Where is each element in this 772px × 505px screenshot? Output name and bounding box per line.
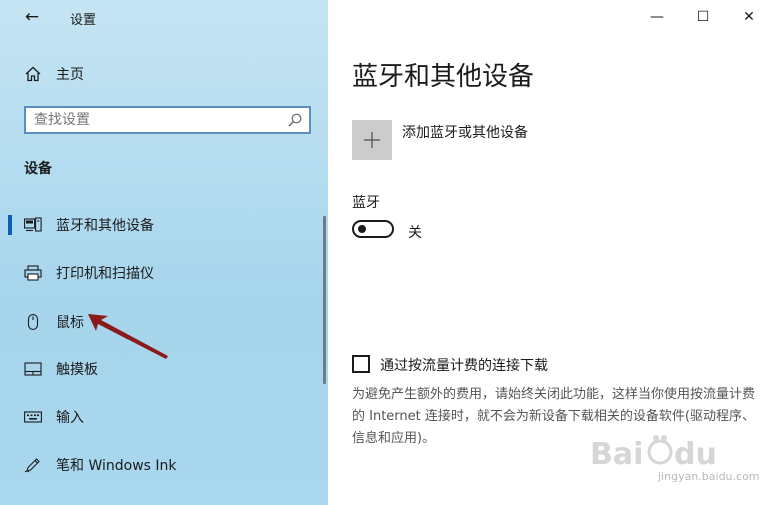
plus-icon [364, 132, 380, 148]
watermark-text: jingyan.baidu.com [658, 470, 760, 483]
bluetooth-toggle[interactable] [352, 220, 394, 238]
printer-icon [24, 265, 42, 281]
sidebar-item-label: 打印机和扫描仪 [56, 266, 154, 282]
sidebar-item-label: 鼠标 [56, 315, 84, 331]
home-icon [25, 66, 41, 82]
metered-download-checkbox[interactable] [352, 355, 370, 373]
back-button[interactable]: ← [20, 6, 44, 28]
search-box[interactable] [24, 106, 311, 134]
add-device-button[interactable] [352, 120, 392, 160]
search-icon[interactable] [287, 112, 303, 128]
back-arrow-icon: ← [24, 7, 40, 27]
touchpad-icon [24, 362, 42, 376]
pen-icon [24, 458, 40, 473]
sidebar-item-label: 蓝牙和其他设备 [56, 218, 154, 234]
annotation-arrow-icon [88, 314, 168, 359]
sidebar-item-label: 触摸板 [56, 362, 98, 378]
minimize-button[interactable]: — [634, 0, 680, 34]
sidebar: ← 设置 主页 设备 蓝牙和其他设备 [0, 0, 328, 505]
toggle-knob [358, 225, 366, 233]
close-button[interactable]: ✕ [726, 0, 772, 34]
mouse-icon [27, 314, 39, 330]
section-title: 设备 [24, 161, 52, 177]
bluetooth-label: 蓝牙 [352, 195, 380, 211]
sidebar-item-bluetooth[interactable]: 蓝牙和其他设备 [0, 205, 310, 245]
close-icon: ✕ [743, 9, 755, 25]
page-title: 蓝牙和其他设备 [352, 62, 535, 92]
sidebar-item-pen[interactable]: 笔和 Windows Ink [0, 445, 310, 485]
svg-text:Bai: Bai [590, 437, 643, 472]
active-indicator [8, 215, 12, 235]
sidebar-item-typing[interactable]: 输入 [0, 397, 310, 437]
app-title: 设置 [70, 13, 97, 28]
sidebar-item-label: 笔和 Windows Ink [56, 458, 177, 474]
add-device-label[interactable]: 添加蓝牙或其他设备 [402, 122, 528, 142]
minimize-icon: — [650, 9, 664, 25]
home-label: 主页 [56, 67, 84, 83]
maximize-button[interactable]: ☐ [680, 0, 726, 34]
svg-text:du: du [674, 437, 717, 472]
sidebar-scrollbar[interactable] [323, 216, 326, 384]
keyboard-icon [24, 411, 42, 423]
sidebar-item-label: 输入 [56, 410, 84, 426]
sidebar-item-printers[interactable]: 打印机和扫描仪 [0, 253, 310, 293]
bluetooth-devices-icon [24, 217, 42, 232]
metered-download-label[interactable]: 通过按流量计费的连接下载 [380, 355, 548, 375]
bluetooth-state-label: 关 [408, 225, 422, 241]
maximize-icon: ☐ [696, 9, 710, 25]
search-input[interactable] [34, 110, 274, 130]
home-link[interactable]: 主页 [24, 62, 84, 86]
